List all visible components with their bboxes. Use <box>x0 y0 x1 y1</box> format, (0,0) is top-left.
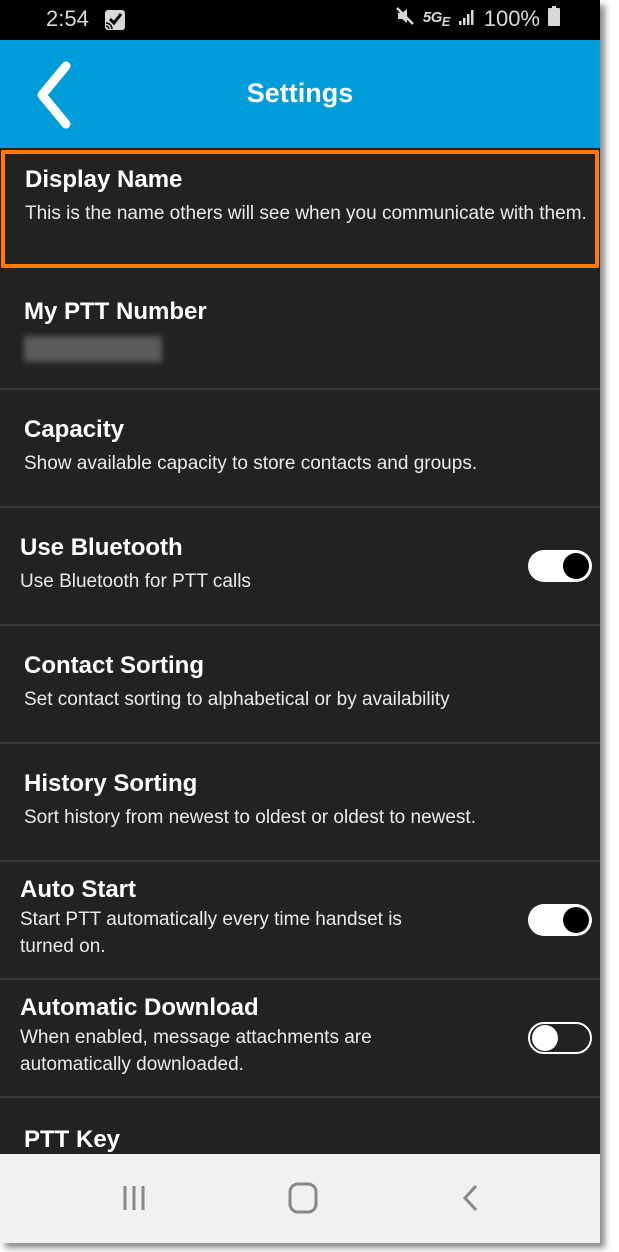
setting-title: History Sorting <box>24 770 198 797</box>
mute-icon <box>395 6 415 32</box>
toggle-knob <box>563 553 589 579</box>
status-time: 2:54 <box>46 6 89 31</box>
setting-subtitle: Use Bluetooth for PTT calls <box>20 571 251 592</box>
auto-start-toggle[interactable] <box>528 904 592 936</box>
setting-automatic-download[interactable]: Automatic Download When enabled, message… <box>0 980 600 1098</box>
setting-title: Display Name <box>25 166 183 193</box>
recent-apps-icon <box>123 1186 145 1210</box>
cast-icon <box>104 9 126 36</box>
network-sub-label: E <box>441 15 450 29</box>
system-nav-bar <box>0 1154 600 1243</box>
battery-icon <box>548 6 560 32</box>
setting-title: Automatic Download <box>20 994 259 1021</box>
settings-list: Display Name This is the name others wil… <box>0 148 600 1216</box>
toggle-knob <box>563 907 589 933</box>
page-title: Settings <box>246 78 354 108</box>
recent-apps-button[interactable] <box>115 1180 155 1216</box>
home-icon <box>288 1182 318 1214</box>
setting-subtitle: Start PTT automatically every time hands… <box>20 909 402 957</box>
setting-subtitle: This is the name others will see when yo… <box>25 203 587 224</box>
back-icon <box>462 1184 478 1212</box>
setting-ptt-number[interactable]: My PTT Number <box>0 272 600 390</box>
home-button[interactable] <box>283 1180 323 1216</box>
redacted-number <box>24 336 162 362</box>
setting-title: Capacity <box>24 416 125 443</box>
setting-title: Auto Start <box>20 876 136 903</box>
setting-subtitle: When enabled, message attachments are au… <box>20 1027 372 1075</box>
setting-title: Use Bluetooth <box>20 534 183 561</box>
setting-history-sorting[interactable]: History Sorting Sort history from newest… <box>0 744 600 862</box>
system-back-button[interactable] <box>452 1180 492 1216</box>
app-bar: Settings <box>0 40 600 148</box>
setting-title: Contact Sorting <box>24 652 204 679</box>
toggle-knob <box>532 1025 558 1051</box>
setting-subtitle: Sort history from newest to oldest or ol… <box>24 807 476 828</box>
status-bar: 2:54 5GE 100% <box>0 0 600 40</box>
setting-title: My PTT Number <box>24 298 207 325</box>
setting-use-bluetooth[interactable]: Use Bluetooth Use Bluetooth for PTT call… <box>0 508 600 626</box>
setting-title: PTT Key <box>24 1126 121 1153</box>
signal-icon <box>458 6 476 32</box>
phone-screen: 2:54 5GE 100% Settings Display Name This… <box>0 0 600 1243</box>
bluetooth-toggle[interactable] <box>528 550 592 582</box>
setting-subtitle: Set contact sorting to alphabetical or b… <box>24 689 450 710</box>
setting-auto-start[interactable]: Auto Start Start PTT automatically every… <box>0 862 600 980</box>
network-type: 5GE <box>423 9 450 29</box>
setting-capacity[interactable]: Capacity Show available capacity to stor… <box>0 390 600 508</box>
highlight-box: Display Name This is the name others wil… <box>1 150 599 268</box>
battery-level: 100% <box>483 6 540 31</box>
setting-display-name[interactable]: Display Name This is the name others wil… <box>0 150 600 272</box>
setting-subtitle: Show available capacity to store contact… <box>24 453 478 474</box>
automatic-download-toggle[interactable] <box>528 1022 592 1054</box>
setting-contact-sorting[interactable]: Contact Sorting Set contact sorting to a… <box>0 626 600 744</box>
network-label: 5G <box>422 9 443 26</box>
